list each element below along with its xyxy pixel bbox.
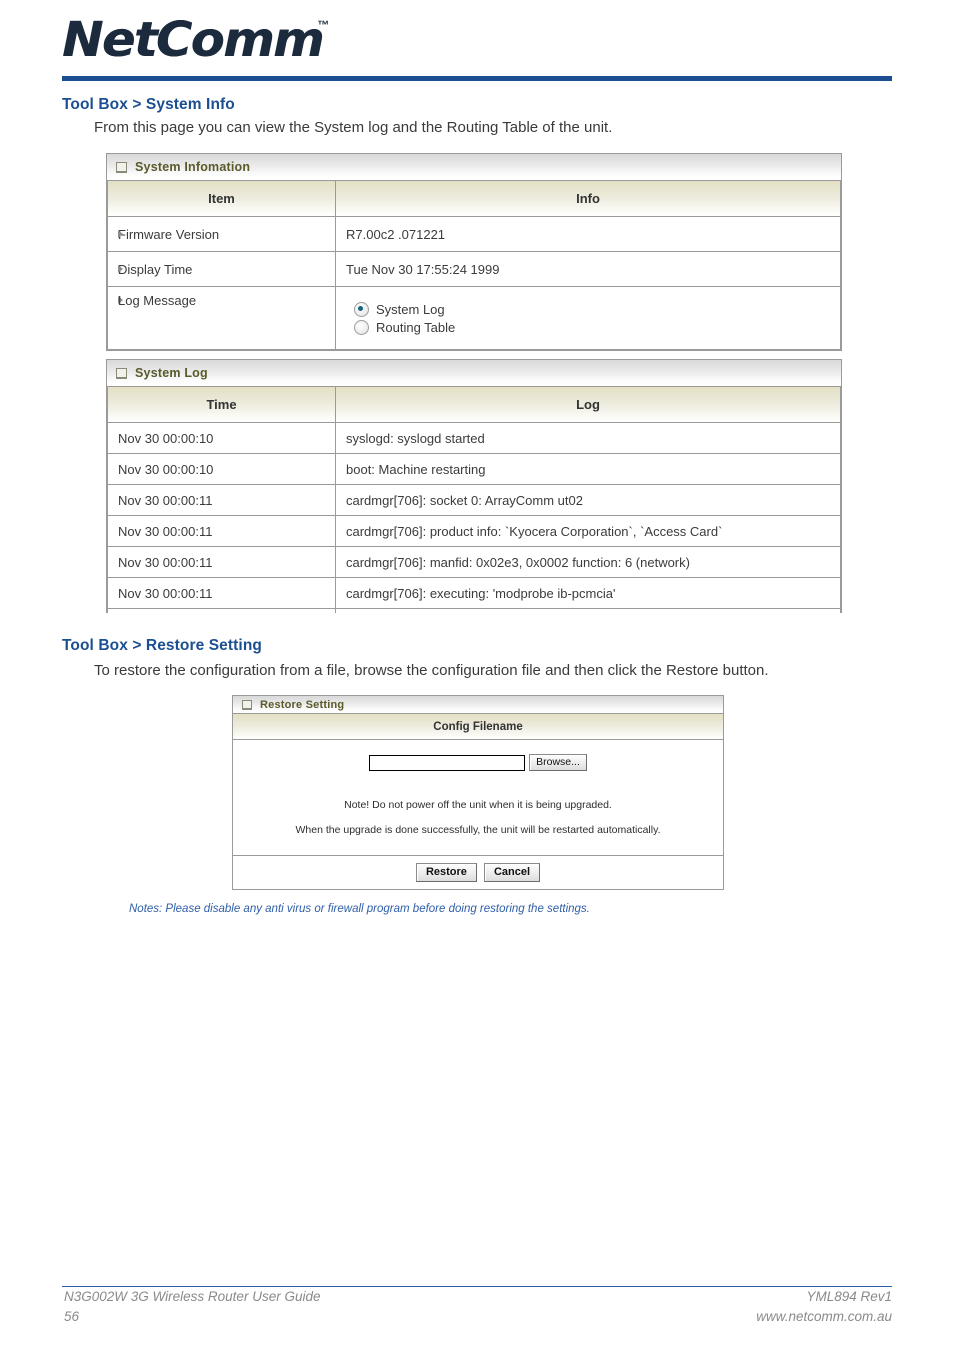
restore-note-line-1: Note! Do not power off the unit when it … (344, 799, 612, 811)
table-row: Display Time Tue Nov 30 17:55:24 1999 (107, 251, 841, 287)
log-message: boot: Machine restarting (335, 453, 841, 485)
restore-note-line-2: When the upgrade is done successfully, t… (295, 824, 661, 836)
footer-divider (62, 1286, 892, 1287)
table-row: Nov 30 00:00:11 cardmgr[706]: socket 0: … (107, 484, 841, 516)
log-message: syslogd: syslogd started (335, 422, 841, 454)
log-time: Nov 30 00:00:10 (107, 453, 336, 485)
log-message-label: Log Message (118, 292, 197, 308)
restore-setting-body: Browse... Note! Do not power off the uni… (233, 740, 723, 856)
bullet-triangle-icon (118, 230, 123, 238)
row-label-display-time: Display Time (107, 251, 336, 287)
footer-guide-title: N3G002W 3G Wireless Router User Guide (64, 1289, 321, 1304)
firmware-version-value: R7.00c2 .071221 (335, 216, 841, 252)
collapse-box-icon[interactable] (116, 161, 127, 173)
restore-setting-panel: Restore Setting Config Filename Browse..… (232, 695, 724, 890)
config-filename-input[interactable] (369, 754, 526, 771)
firmware-version-label: Firmware Version (118, 226, 220, 242)
table-row: Nov 30 00:00:10 boot: Machine restarting (107, 453, 841, 485)
radio-system-log-label: System Log (376, 301, 445, 317)
section-heading-system-info: Tool Box > System Info (62, 96, 235, 113)
restore-button[interactable]: Restore (415, 863, 477, 882)
log-message: cardmgr[706]: socket 0: ArrayComm ut02 (335, 484, 841, 516)
column-header-time: Time (107, 387, 336, 423)
table-row (107, 608, 841, 613)
table-row: Nov 30 00:00:11 cardmgr[706]: manfid: 0x… (107, 546, 841, 578)
footer-revision: YML894 Rev1 (806, 1289, 892, 1304)
system-log-title: System Log (135, 366, 208, 380)
system-log-rows: Nov 30 00:00:10 syslogd: syslogd started… (107, 422, 841, 613)
cancel-button[interactable]: Cancel (483, 863, 541, 882)
masthead: NetComm ™ (62, 14, 892, 76)
collapse-box-icon[interactable] (116, 367, 127, 379)
table-header-row: Item Info (107, 181, 841, 217)
log-message-options: System Log Routing Table (335, 286, 841, 350)
log-message: cardmgr[706]: executing: 'modprobe ib-pc… (335, 577, 841, 609)
column-header-item: Item (107, 181, 336, 217)
log-time (107, 608, 336, 613)
table-row: Firmware Version R7.00c2 .071221 (107, 216, 841, 252)
log-time: Nov 30 00:00:11 (107, 546, 336, 578)
restore-setting-title: Restore Setting (260, 698, 345, 711)
system-information-title: System Infomation (135, 160, 251, 174)
section-body-restore-setting: To restore the configuration from a file… (94, 662, 769, 679)
log-time: Nov 30 00:00:11 (107, 515, 336, 547)
footer-page-number: 56 (64, 1309, 80, 1324)
page-notes: Notes: Please disable any anti virus or … (129, 903, 590, 915)
system-information-panel: System Infomation Item Info Firmware Ver… (106, 153, 842, 351)
log-time: Nov 30 00:00:11 (107, 577, 336, 609)
radio-routing-table-label: Routing Table (376, 319, 456, 335)
file-picker-row: Browse... (233, 754, 723, 771)
table-row: Nov 30 00:00:11 cardmgr[706]: product in… (107, 515, 841, 547)
restore-action-bar: Restore Cancel (233, 856, 723, 889)
display-time-value: Tue Nov 30 17:55:24 1999 (335, 251, 841, 287)
section-body-system-info: From this page you can view the System l… (94, 119, 613, 136)
table-row: Log Message System Log Routing Table (107, 286, 841, 350)
log-message: cardmgr[706]: product info: `Kyocera Cor… (335, 515, 841, 547)
restore-setting-panel-header: Restore Setting (233, 696, 723, 714)
log-message: cardmgr[706]: manfid: 0x02e3, 0x0002 fun… (335, 546, 841, 578)
radio-option-system-log[interactable]: System Log (354, 301, 830, 317)
display-time-label: Display Time (118, 261, 193, 277)
log-time: Nov 30 00:00:10 (107, 422, 336, 454)
browse-button[interactable]: Browse... (529, 754, 587, 771)
brand-divider (62, 76, 892, 81)
row-label-log-message: Log Message (107, 286, 336, 350)
bullet-triangle-icon (118, 265, 123, 273)
radio-routing-table-icon[interactable] (354, 319, 369, 335)
config-filename-header: Config Filename (233, 714, 723, 740)
log-time: Nov 30 00:00:11 (107, 484, 336, 516)
row-label-firmware-version: Firmware Version (107, 216, 336, 252)
system-log-panel-header: System Log (107, 360, 841, 387)
collapse-box-icon[interactable] (242, 699, 252, 710)
table-row: Nov 30 00:00:11 cardmgr[706]: executing:… (107, 577, 841, 609)
footer-website[interactable]: www.netcomm.com.au (756, 1309, 892, 1324)
column-header-log: Log (335, 387, 841, 423)
system-information-table: Item Info Firmware Version R7.00c2 .0712… (107, 181, 841, 350)
log-message (335, 608, 841, 613)
netcomm-logo-text: NetComm (62, 12, 325, 68)
column-header-info: Info (335, 181, 841, 217)
section-heading-restore-setting: Tool Box > Restore Setting (62, 637, 262, 654)
radio-option-routing-table[interactable]: Routing Table (354, 319, 830, 335)
system-information-panel-header: System Infomation (107, 154, 841, 181)
radio-system-log-icon[interactable] (354, 301, 369, 317)
restore-notes: Note! Do not power off the unit when it … (233, 793, 723, 843)
table-row: Nov 30 00:00:10 syslogd: syslogd started (107, 422, 841, 454)
table-header-row: Time Log (107, 387, 841, 423)
netcomm-logo: NetComm ™ (62, 14, 329, 70)
document-page: NetComm ™ Tool Box > System Info From th… (0, 0, 954, 1350)
system-log-panel: System Log Time Log Nov 30 00:00:10 sysl… (106, 359, 842, 613)
system-log-table: Time Log Nov 30 00:00:10 syslogd: syslog… (107, 387, 841, 613)
